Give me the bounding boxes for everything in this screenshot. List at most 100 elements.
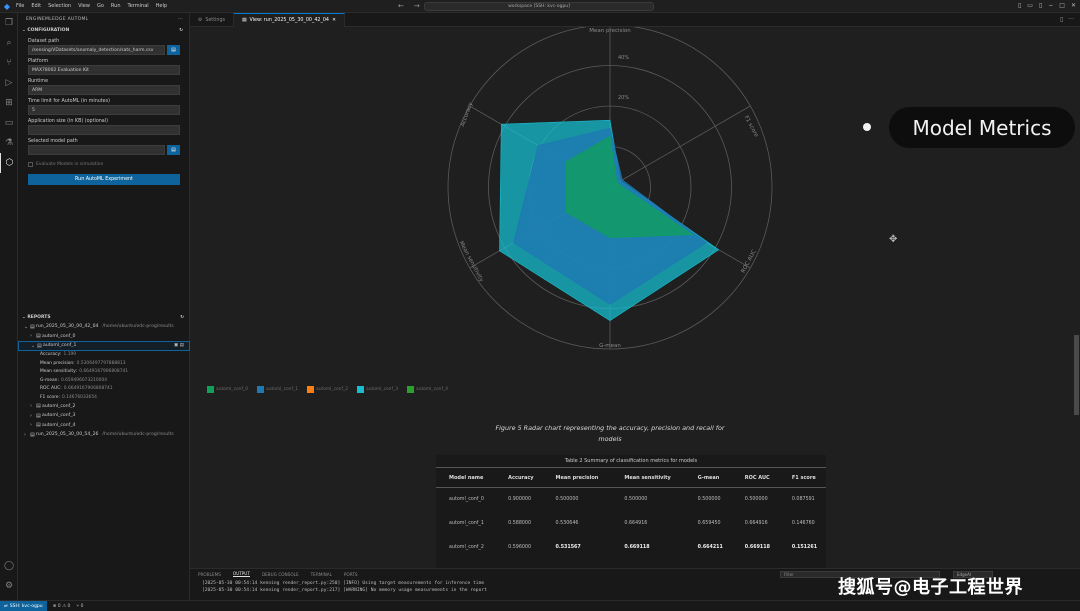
app-size-input[interactable]: [28, 125, 180, 135]
table-cell: 0.530646: [555, 521, 579, 526]
legend-swatch: [407, 386, 414, 393]
model-path-input[interactable]: [28, 145, 165, 155]
menu-run[interactable]: Run: [111, 3, 121, 9]
simulation-checkbox-row[interactable]: Evaluate Models in simulation: [28, 162, 180, 167]
minimize-icon[interactable]: −: [1048, 2, 1053, 9]
tree-item-conf[interactable]: › ▤ automl_conf_4: [18, 421, 190, 431]
menu-file[interactable]: File: [16, 3, 24, 9]
tree-item-conf[interactable]: › ▤ automl_conf_3: [18, 411, 190, 421]
back-arrow-icon[interactable]: ←: [398, 2, 404, 10]
table-cell-best: 0.151261: [791, 545, 818, 550]
column-header: G-mean: [684, 467, 732, 488]
remote-icon: ⇌: [4, 603, 8, 609]
tab-view-run[interactable]: ▤ View: run_2025_05_30_00_42_04 ✕: [234, 13, 346, 27]
menu-view[interactable]: View: [78, 3, 90, 9]
run-automl-button[interactable]: Run AutoML Experiment: [28, 174, 180, 185]
search-icon[interactable]: ⌕: [0, 33, 18, 53]
account-icon[interactable]: ◯: [0, 556, 18, 576]
layout-icon[interactable]: ▯: [1018, 2, 1021, 9]
tab-output[interactable]: OUTPUT: [232, 571, 250, 577]
table-cell-best: 0.669118: [624, 545, 650, 550]
time-limit-input[interactable]: 5: [28, 105, 180, 115]
table-cell: 0.664916: [624, 521, 648, 526]
legend-item[interactable]: automl_conf_3: [357, 386, 398, 393]
open-report-icons[interactable]: ▣ ▤: [174, 343, 189, 348]
legend-label: automl_conf_4: [416, 387, 448, 392]
maximize-icon[interactable]: □: [1059, 2, 1065, 9]
move-cursor-icon: ✥: [889, 234, 898, 245]
more-actions-icon[interactable]: ···: [178, 17, 183, 22]
tree-item-conf[interactable]: › ▤ automl_conf_0: [18, 332, 190, 342]
simulation-checkbox-label: Evaluate Models in simulation: [36, 162, 104, 167]
metrics-table: Model name Accuracy Mean precision Mean …: [436, 467, 826, 560]
table-cell-best: 0.669118: [744, 545, 770, 550]
tree-item-conf[interactable]: › ▤ automl_conf_2: [18, 402, 190, 412]
ports-indicator[interactable]: ⑂ 0: [76, 603, 83, 609]
problems-indicator[interactable]: ⊗ 0 ⚠ 0: [53, 604, 71, 609]
dataset-label: Dataset path: [28, 39, 60, 44]
table-row: automl_conf_0 0.900000 0.500000 0.500000…: [436, 488, 826, 512]
close-tab-icon[interactable]: ✕: [332, 18, 336, 23]
menu-help[interactable]: Help: [156, 3, 167, 9]
refresh-icon[interactable]: ↻: [179, 28, 183, 33]
command-center[interactable]: workspace [SSH: kvc-ogpu]: [424, 2, 654, 11]
dataset-path-input[interactable]: /sensing/VDatasets/anomaly_detection/sat…: [28, 45, 165, 55]
table-cell: automl_conf_0: [449, 497, 484, 503]
testing-icon[interactable]: ⚗: [0, 133, 18, 153]
editor-scrollbar[interactable]: [1072, 27, 1080, 568]
preview-icon: ▤: [242, 18, 247, 23]
menu-terminal[interactable]: Terminal: [128, 3, 149, 9]
tab-ports[interactable]: PORTS: [344, 572, 358, 577]
remote-explorer-icon[interactable]: ▭: [0, 113, 18, 133]
dataset-browse-button[interactable]: ▤: [167, 45, 180, 55]
source-control-icon[interactable]: ⑂: [0, 53, 18, 73]
forward-arrow-icon[interactable]: →: [414, 2, 420, 10]
tab-settings[interactable]: ⚙ Settings: [190, 13, 234, 27]
layout-sidebar-icon[interactable]: ▯: [1039, 2, 1042, 9]
tree-item-run[interactable]: › ▤ run_2025_05_30_00_54_26 /home/ubuntu…: [18, 430, 190, 440]
table-cell: 0.900000: [508, 497, 532, 503]
table-row: automl_conf_1 0.588000 0.530646 0.664916…: [436, 512, 826, 536]
manage-gear-icon[interactable]: ⚙: [0, 576, 18, 596]
reports-section-header[interactable]: ⌄ REPORTS ↻: [18, 313, 190, 322]
figure-caption: Figure 5 Radar chart representing the ac…: [495, 424, 725, 443]
scrollbar-thumb[interactable]: [1074, 335, 1079, 415]
legend-item[interactable]: automl_conf_0: [207, 386, 248, 393]
remote-indicator[interactable]: ⇌ SSH: kvc-ogpu: [0, 600, 47, 611]
tab-debug-console[interactable]: DEBUG CONSOLE: [262, 572, 299, 577]
run-debug-icon[interactable]: ▷: [0, 73, 18, 93]
split-editor-icon[interactable]: ▯: [1060, 16, 1063, 23]
metrics-table-container: Table 2 Summary of classification metric…: [436, 455, 826, 568]
automl-extension-icon[interactable]: ⬡: [0, 153, 18, 173]
legend-item[interactable]: automl_conf_4: [407, 386, 448, 393]
configuration-section-header[interactable]: ⌄ CONFIGURATION ↻: [18, 26, 189, 35]
explorer-icon[interactable]: ❐: [0, 13, 18, 33]
runtime-select[interactable]: ARM: [28, 85, 180, 95]
more-actions-icon[interactable]: ···: [1068, 16, 1074, 23]
status-bar: ⇌ SSH: kvc-ogpu ⊗ 0 ⚠ 0 ⑂ 0: [0, 600, 1080, 611]
tree-item-run[interactable]: ⌄ ▤ run_2025_05_30_00_42_04 /home/ubuntu…: [18, 322, 190, 332]
tab-terminal[interactable]: TERMINAL: [311, 572, 332, 577]
legend-item[interactable]: automl_conf_1: [257, 386, 298, 393]
refresh-icon[interactable]: ↻: [180, 315, 184, 320]
menu-edit[interactable]: Edit: [31, 3, 41, 9]
tree-item-label: automl_conf_4: [42, 422, 76, 428]
menu-selection[interactable]: Selection: [48, 3, 71, 9]
tree-item-conf-selected[interactable]: ⌄ ▤ automl_conf_1 ▣ ▤: [18, 341, 190, 351]
layout-panel-icon[interactable]: ▭: [1027, 2, 1033, 9]
settings-gear-icon: ⚙: [198, 17, 203, 23]
menu-go[interactable]: Go: [97, 3, 104, 9]
column-header: Mean sensitivity: [611, 467, 685, 488]
app-size-label: Application size (in KB) (optional): [28, 119, 108, 124]
model-browse-button[interactable]: ▤: [167, 145, 180, 155]
sidebar: ENGINEMLEDGE AUTOML ··· ⌄ CONFIGURATION …: [18, 13, 190, 600]
table-cell-best: 0.531567: [555, 545, 581, 550]
tab-problems[interactable]: PROBLEMS: [198, 572, 221, 577]
metric-row: Mean sensitivity:0.6649167906808741: [40, 369, 129, 375]
legend-item[interactable]: automl_conf_2: [307, 386, 348, 393]
simulation-checkbox[interactable]: [28, 162, 33, 167]
menu-bar: File Edit Selection View Go Run Terminal…: [16, 3, 167, 9]
close-icon[interactable]: ✕: [1071, 2, 1076, 9]
platform-select[interactable]: MAX78002 Evaluation Kit: [28, 65, 180, 75]
extensions-icon[interactable]: ⊞: [0, 93, 18, 113]
